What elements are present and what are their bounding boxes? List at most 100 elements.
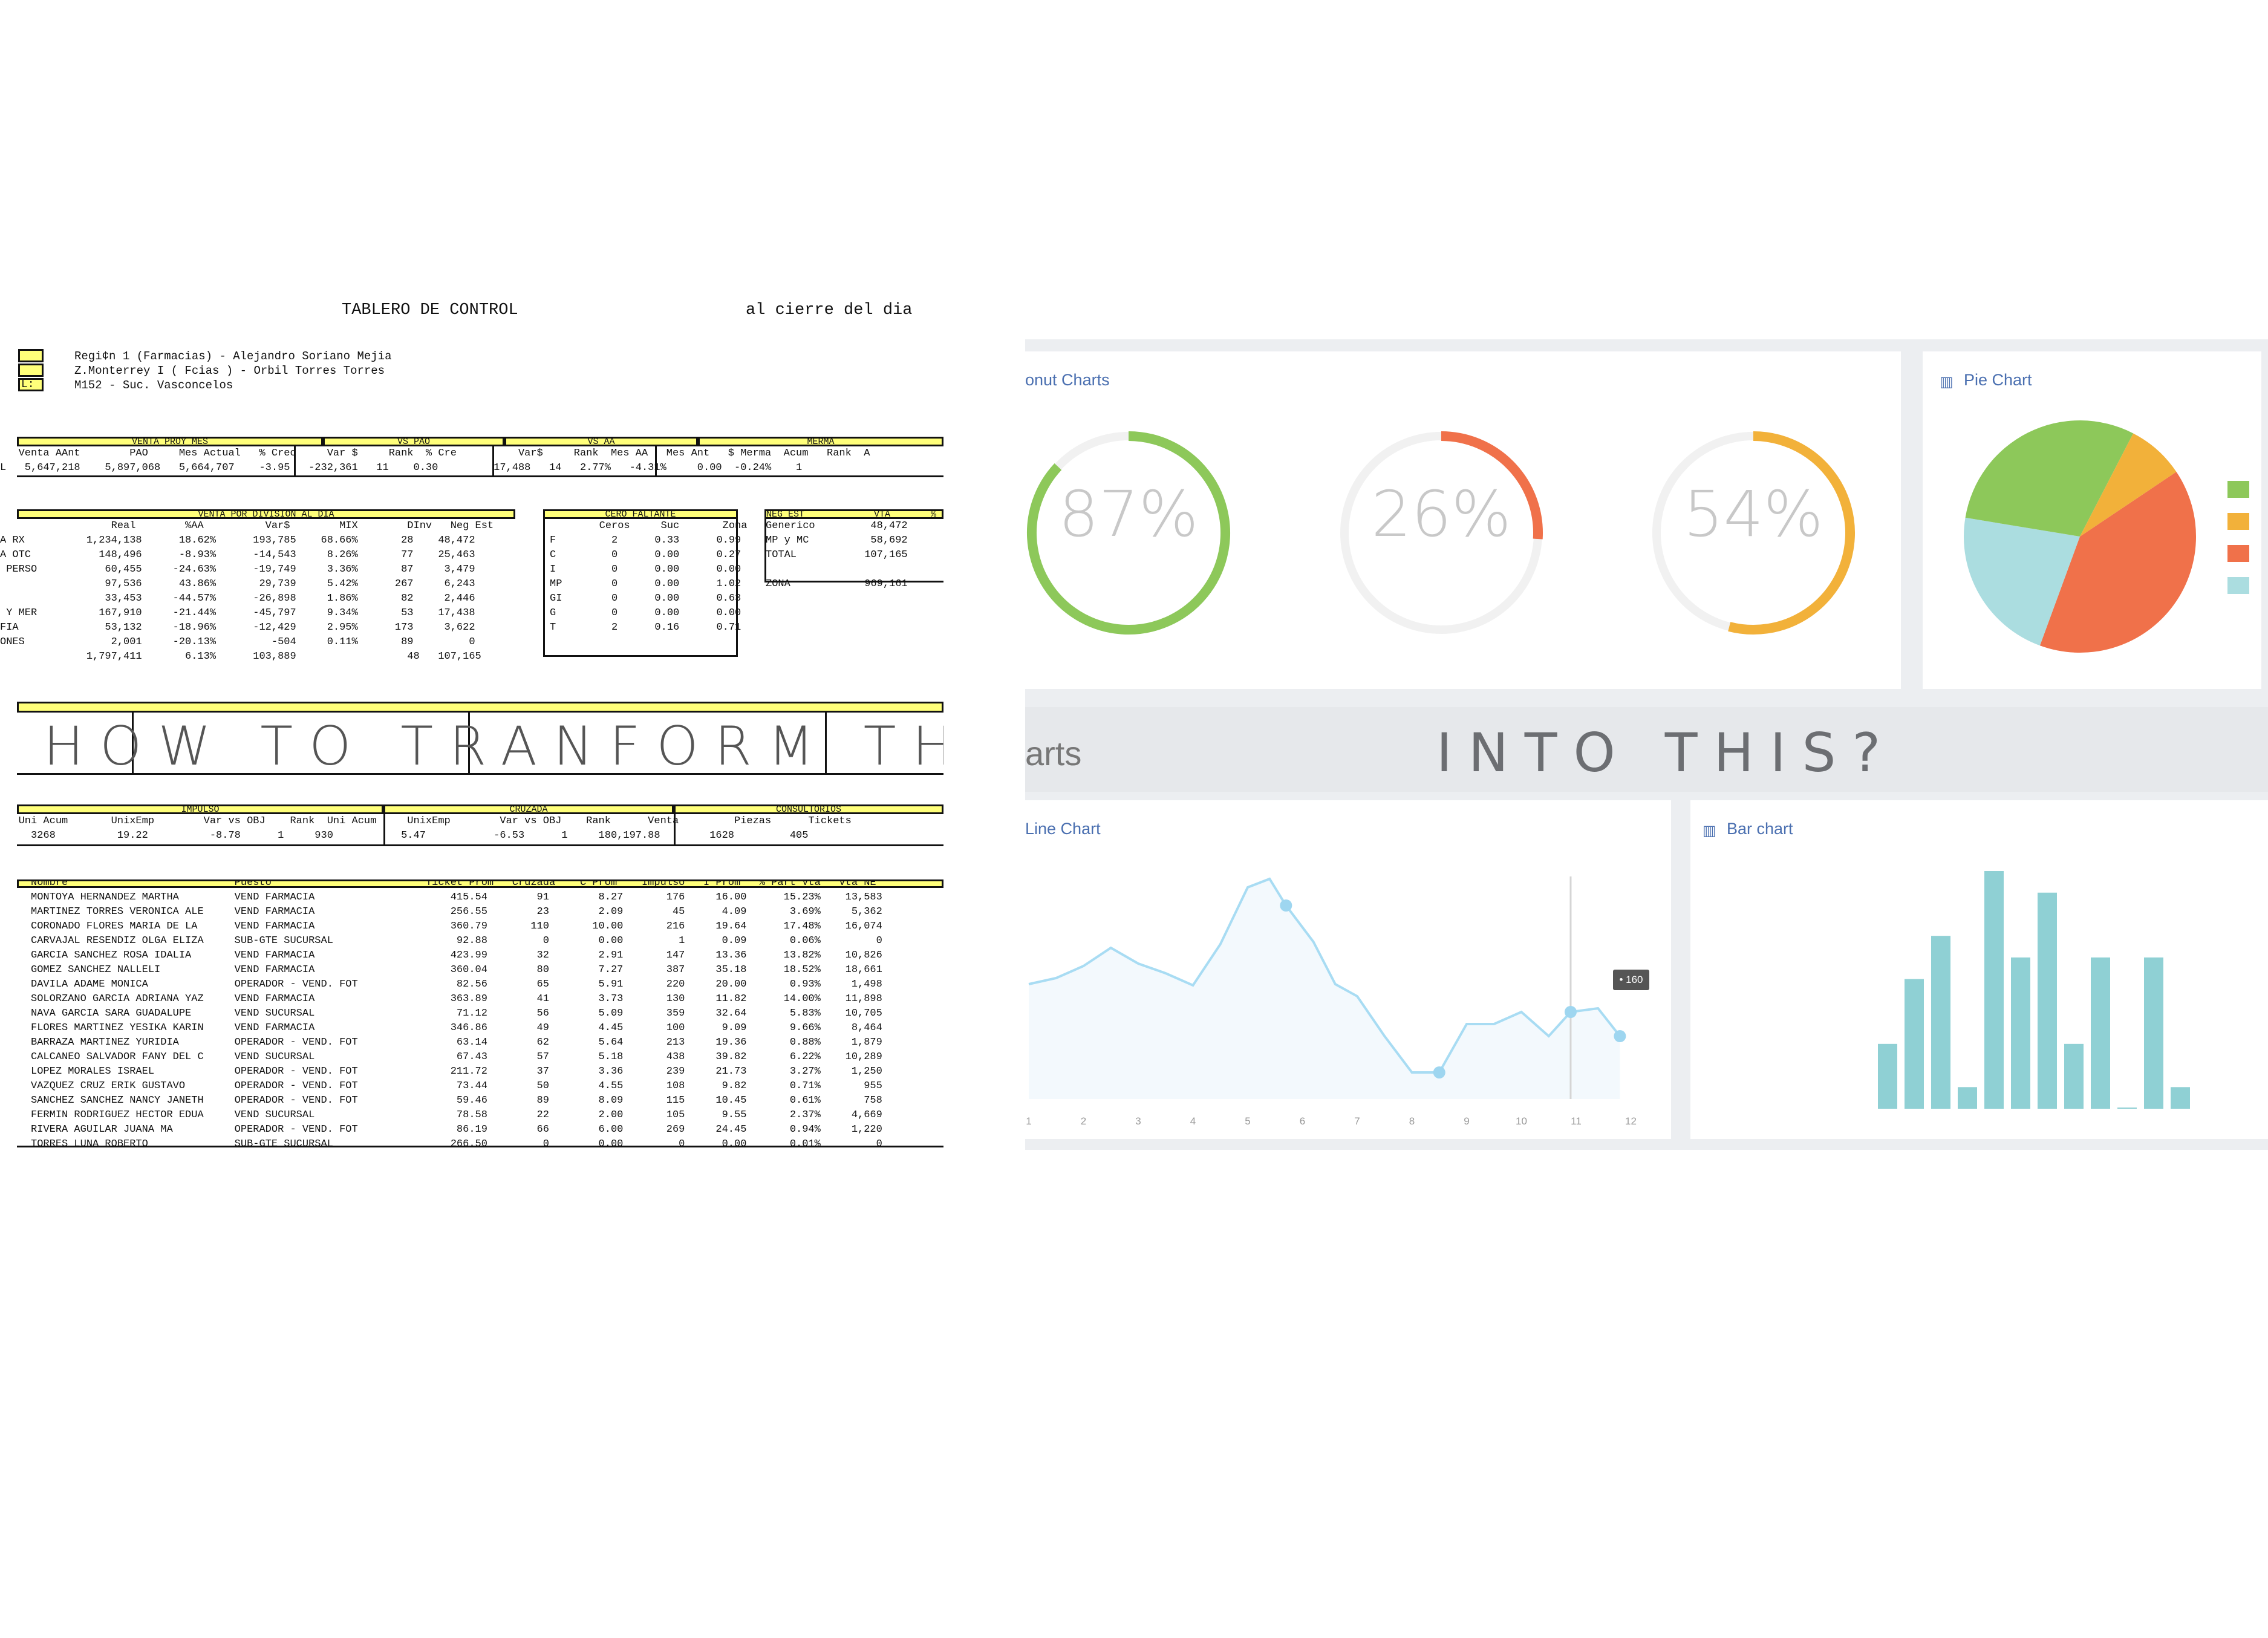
section-header: VS PAO <box>323 437 504 446</box>
bar <box>1958 1087 1977 1109</box>
table-row: FIA 53,132 -18.96% -12,429 2.95% 173 3,6… <box>0 622 475 633</box>
headline-into-this: INTO THIS? <box>1436 722 1897 784</box>
bar <box>2144 957 2163 1109</box>
bar-panel: ▥ Bar chart <box>1690 800 2268 1139</box>
table-row: 82 SANCHEZ SANCHEZ NANCY JANETH OPERADOR… <box>17 1095 882 1106</box>
section-header: CONSULTORIOS <box>674 804 943 814</box>
headline-band: HOW TO TRANFORM THIS <box>17 702 943 777</box>
spreadsheet-report: TABLERO DE CONTROL al cierre del dia L: … <box>0 284 943 1180</box>
table-row: C 0 0.00 0.27 <box>550 549 741 561</box>
section-header: CRUZADA <box>383 804 674 814</box>
table-row: 36 BARRAZA MARTINEZ YURIDIA OPERADOR - V… <box>17 1037 882 1048</box>
region-marker <box>18 364 44 377</box>
region-line: Regi¢n 1 (Farmacias) - Alejandro Soriano… <box>74 350 392 363</box>
table-row: 20 RIVERA AGUILAR JUANA MA OPERADOR - VE… <box>17 1124 882 1135</box>
section-header: VS AA <box>504 437 698 446</box>
bar-chart <box>1878 871 2190 1109</box>
table-row: 60 CARVAJAL RESENDIZ OLGA ELIZA SUB-GTE … <box>17 935 882 947</box>
bar <box>2011 957 2030 1109</box>
table-row: 47 SOLORZANO GARCIA ADRIANA YAZ VEND FAR… <box>17 993 882 1005</box>
bar <box>1905 979 1924 1109</box>
legend-swatch-lightblue <box>2227 577 2249 594</box>
bar <box>2117 1108 2137 1109</box>
data-point <box>1433 1066 1445 1078</box>
x-tick-label: 6 <box>1300 1115 1305 1127</box>
section-header: VTA <box>874 509 891 520</box>
data-point <box>1614 1030 1626 1042</box>
table-row: 12 TORRES LUNA ROBERTO SUB-GTE SUCURSAL … <box>17 1138 882 1146</box>
section-header: VENTA POR DIVISION AL DIA <box>17 509 515 519</box>
table-row: 32 NAVA GARCIA SARA GUADALUPE VEND SUCUR… <box>17 1008 882 1019</box>
column-headers: Real %AA Var$ MIX DInv Neg Est <box>0 520 494 532</box>
column-headers: Uni Acum UnixEmp Var vs OBJ Rank Uni Acu… <box>0 815 852 827</box>
summary-row: 3268 19.22 -8.78 1 930 5.47 -6.53 1 180,… <box>0 830 809 841</box>
section-header: NEG EST <box>766 509 805 520</box>
neg-est-block: NEG EST VTA % Generico 48,472 MP y MC 58… <box>764 509 943 590</box>
x-tick-label: 11 <box>1571 1115 1582 1127</box>
table-row: A RX 1,234,138 18.62% 193,785 68.66% 28 … <box>0 535 475 546</box>
table-row: 08 LOPEZ MORALES ISRAEL OPERADOR - VEND.… <box>17 1066 882 1077</box>
report-title: TABLERO DE CONTROL <box>342 301 518 319</box>
region-marker: L: <box>18 378 44 391</box>
table-row: 46 DAVILA ADAME MONICA OPERADOR - VEND. … <box>17 979 882 990</box>
x-tick-label: 9 <box>1464 1115 1469 1127</box>
table-row: I 0 0.00 0.00 <box>550 564 741 575</box>
bar <box>2064 1043 2084 1109</box>
x-tick-label: 12 <box>1625 1115 1637 1127</box>
table-total-row: 1,797,411 6.13% 103,889 48 107,165 <box>0 651 481 662</box>
bar <box>1984 871 2004 1109</box>
table-row: 56 MARTINEZ TORRES VERONICA ALE VEND FAR… <box>17 906 882 918</box>
table-row: 16 GARCIA SANCHEZ ROSA IDALIA VEND FARMA… <box>17 950 882 961</box>
line-panel: Line Chart 1 2 3 4 5 6 7 8 9 10 11 12 • 160 <box>1025 800 1671 1139</box>
table-row: A OTC 148,496 -8.93% -14,543 8.26% 77 25… <box>0 549 475 561</box>
bar <box>2171 1087 2190 1109</box>
line-chart: 1 2 3 4 5 6 7 8 9 10 11 12 <box>1026 876 1637 1127</box>
table-row: T 2 0.16 0.71 <box>550 622 741 633</box>
cero-faltante-block: CERO FALTANTE Ceros Suc Zona F 2 0.33 0.… <box>543 509 748 657</box>
section-header: MERMA <box>698 437 943 446</box>
legend-swatch-orange <box>2227 545 2249 562</box>
table-row: ZONA 969,161 <box>766 578 908 590</box>
table-row: F 2 0.33 0.99 <box>550 535 741 546</box>
bar <box>1878 1043 1897 1109</box>
x-tick-label: 10 <box>1516 1115 1527 1127</box>
table-row: MP y MC 58,692 <box>766 535 908 546</box>
pie-chart <box>1964 420 2196 653</box>
table-row: 35 FERMIN RODRIGUEZ HECTOR EDUA VEND SUC… <box>17 1109 882 1121</box>
table-row: GI 0 0.00 0.63 <box>550 593 741 604</box>
donut-value-label: 26% <box>1371 477 1511 551</box>
summary-row: L 5,647,218 5,897,068 5,664,707 -3.95 -2… <box>0 462 803 474</box>
data-point <box>1280 899 1292 912</box>
impulso-block: IMPULSO CRUZADA CONSULTORIOS Uni Acum Un… <box>17 804 943 846</box>
section-header: CERO FALTANTE <box>543 509 738 519</box>
table-row: MP 0 0.00 1.02 <box>550 578 741 590</box>
table-row: Y MER 167,910 -21.44% -45,797 9.34% 53 1… <box>0 607 475 619</box>
table-row: 57 GOMEZ SANCHEZ NALLELI VEND FARMACIA 3… <box>17 964 882 976</box>
report-subtitle: al cierre del dia <box>746 301 913 319</box>
table-row: 22 FLORES MARTINEZ YESIKA KARIN VEND FAR… <box>17 1022 882 1034</box>
table-row: ONES 2,001 -20.13% -504 0.11% 89 0 <box>0 636 475 648</box>
table-row: 10 MONTOYA HERNANDEZ MARTHA VEND FARMACI… <box>17 892 882 903</box>
table-row: PERSO 60,455 -24.63% -19,749 3.36% 87 3,… <box>0 564 475 575</box>
x-tick-label: 4 <box>1190 1115 1196 1127</box>
table-row: 37 CORONADO FLORES MARIA DE LA VEND FARM… <box>17 921 882 932</box>
division-block: VENTA POR DIVISION AL DIA Real %AA Var$ … <box>0 509 515 662</box>
headline-how-to-transform: HOW TO TRANFORM THIS <box>44 715 943 777</box>
summary-block: VENTA PROY MES VS PAO VS AA MERMA Venta … <box>0 437 943 477</box>
column-headers: do Nombre Puesto Ticket Prom Cruzada C P… <box>17 879 876 889</box>
bar <box>2038 892 2057 1109</box>
table-row: 23 VAZQUEZ CRUZ ERIK GUSTAVO OPERADOR - … <box>17 1080 882 1092</box>
x-tick-label: 2 <box>1081 1115 1086 1127</box>
section-header: IMPULSO <box>17 804 383 814</box>
donut-value-label: 54% <box>1683 477 1823 551</box>
pie-panel: ▥ Pie Chart <box>1923 351 2261 689</box>
bar <box>2091 957 2110 1109</box>
table-row: 33,453 -44.57% -26,898 1.86% 82 2,446 <box>0 593 475 604</box>
donut-value-label: 87% <box>1058 477 1199 551</box>
table-row: TOTAL 107,165 <box>766 549 908 561</box>
bar <box>1931 936 1950 1109</box>
donut-panel: onut Charts 87% 26% 54% <box>1025 351 1901 689</box>
column-headers: Ceros Suc Zona <box>550 520 748 532</box>
legend-swatch-yellow <box>2227 513 2249 530</box>
column-headers: Venta AAnt PAO Mes Actual % Crec Var $ R… <box>0 448 870 459</box>
